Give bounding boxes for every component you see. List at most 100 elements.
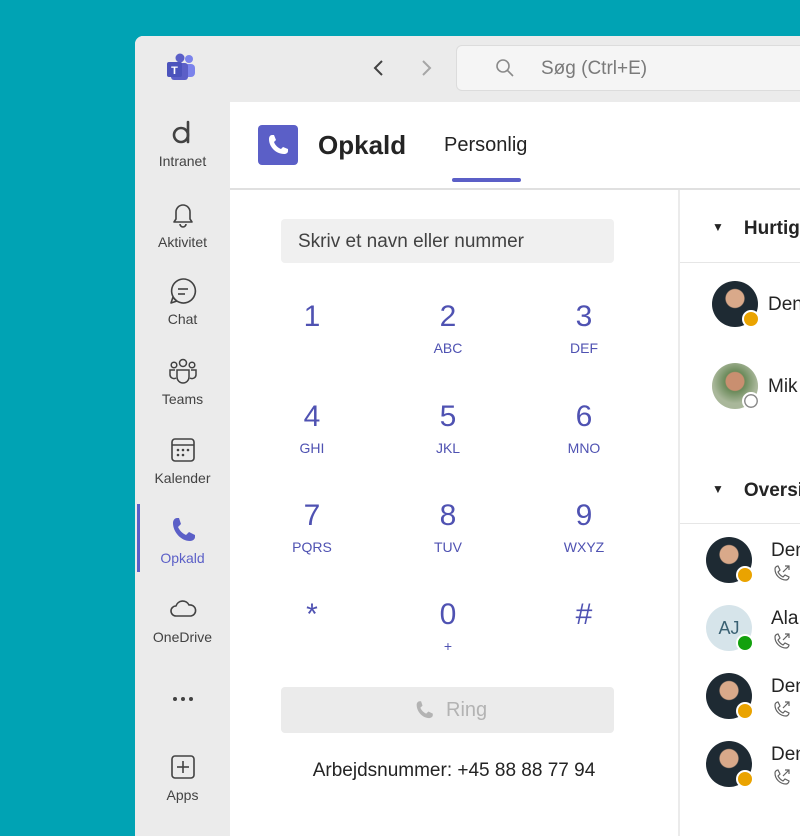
key-digit: 0 bbox=[439, 598, 457, 631]
ring-button[interactable]: Ring bbox=[281, 687, 614, 733]
dial-key[interactable]: 1 bbox=[252, 300, 372, 380]
rail-label: Apps bbox=[166, 787, 199, 803]
dial-key[interactable]: 7 PQRS bbox=[252, 499, 372, 579]
presence-away-icon bbox=[742, 310, 760, 328]
dial-key[interactable]: * bbox=[252, 598, 372, 678]
key-digit: 8 bbox=[439, 499, 457, 532]
collapse-triangle-icon: ▼ bbox=[712, 482, 724, 496]
dial-key[interactable]: 3 DEF bbox=[524, 300, 644, 380]
call-history-item[interactable]: Den bbox=[680, 740, 800, 800]
collapse-triangle-icon: ▼ bbox=[712, 220, 724, 234]
speed-dial-contact[interactable]: Den bbox=[680, 280, 800, 340]
app-rail: Intranet Aktivitet Chat Teams Kalender O… bbox=[135, 102, 230, 836]
phone-icon bbox=[173, 518, 195, 541]
chat-icon bbox=[170, 278, 197, 304]
tab-underline bbox=[452, 178, 521, 182]
intranet-d-icon bbox=[172, 120, 190, 144]
calls-app-icon bbox=[258, 125, 298, 165]
contacts-panel: ▼ Hurtig Den Mik ▼ Oversi Den bbox=[680, 190, 800, 836]
tab-personal[interactable]: Personlig bbox=[444, 134, 527, 157]
key-digit: 6 bbox=[575, 400, 593, 433]
rail-item-more[interactable] bbox=[135, 684, 230, 756]
dial-key[interactable]: 9 WXYZ bbox=[524, 499, 644, 579]
divider bbox=[680, 262, 800, 263]
call-history-item[interactable]: Den bbox=[680, 672, 800, 732]
rail-item-calendar[interactable]: Kalender bbox=[135, 435, 230, 507]
back-arrow-icon[interactable] bbox=[365, 54, 393, 82]
dial-key[interactable]: 8 TUV bbox=[388, 499, 508, 579]
dial-key[interactable]: 4 GHI bbox=[252, 400, 372, 480]
phone-icon bbox=[269, 135, 288, 154]
speed-dial-header[interactable]: ▼ Hurtig bbox=[712, 218, 800, 240]
svg-text:T: T bbox=[171, 65, 178, 77]
key-digit: 1 bbox=[303, 300, 321, 333]
key-letters: PQRS bbox=[292, 539, 332, 555]
add-apps-icon bbox=[171, 755, 195, 779]
rail-item-apps[interactable]: Apps bbox=[135, 752, 230, 824]
forward-arrow-icon[interactable] bbox=[412, 54, 440, 82]
key-letters: MNO bbox=[567, 440, 601, 456]
rail-label: Aktivitet bbox=[157, 234, 207, 250]
contact-name: Den bbox=[771, 676, 800, 697]
rail-item-intranet[interactable]: Intranet bbox=[135, 118, 230, 190]
outgoing-call-icon bbox=[774, 565, 790, 581]
dial-input-placeholder: Skriv et navn eller nummer bbox=[298, 231, 524, 252]
dial-key[interactable]: 0 + bbox=[388, 598, 508, 678]
more-icon bbox=[173, 697, 193, 701]
outgoing-call-icon bbox=[774, 769, 790, 785]
key-letters: ABC bbox=[433, 340, 463, 356]
rail-item-chat[interactable]: Chat bbox=[135, 276, 230, 348]
divider bbox=[680, 523, 800, 524]
outgoing-call-icon bbox=[774, 701, 790, 717]
key-digit: 9 bbox=[575, 499, 593, 532]
dial-key[interactable]: 6 MNO bbox=[524, 400, 644, 480]
teams-logo-icon: T bbox=[167, 53, 195, 80]
key-letters: DEF bbox=[570, 340, 598, 356]
dial-key[interactable]: 5 JKL bbox=[388, 400, 508, 480]
teams-icon bbox=[169, 358, 197, 384]
bell-icon bbox=[173, 204, 193, 228]
key-letters: + bbox=[443, 638, 453, 654]
search-input[interactable]: Søg (Ctrl+E) bbox=[456, 45, 800, 91]
main-content: Opkald Personlig Skriv et navn eller num… bbox=[230, 102, 800, 836]
key-digit: # bbox=[575, 598, 593, 631]
rail-item-calls[interactable]: Opkald bbox=[135, 515, 230, 587]
presence-away-icon bbox=[736, 770, 754, 788]
page-header: Opkald Personlig bbox=[230, 102, 800, 190]
key-digit: 2 bbox=[439, 300, 457, 333]
section-title: Oversi bbox=[743, 480, 800, 501]
teams-window: T Søg (Ctrl+E) Intranet Aktivitet Chat T… bbox=[135, 36, 800, 836]
contact-name: Den bbox=[768, 294, 800, 315]
title-bar: T Søg (Ctrl+E) bbox=[135, 36, 800, 102]
page-title: Opkald bbox=[318, 130, 407, 160]
calendar-icon bbox=[171, 438, 195, 462]
section-title: Hurtig bbox=[743, 218, 800, 239]
dial-key[interactable]: # bbox=[524, 598, 644, 678]
key-digit: 5 bbox=[439, 400, 457, 433]
rail-item-teams[interactable]: Teams bbox=[135, 356, 230, 428]
dial-number-input[interactable]: Skriv et navn eller nummer bbox=[281, 219, 614, 263]
contact-name: Ala bbox=[771, 608, 799, 629]
call-history-item[interactable]: Den bbox=[680, 536, 800, 596]
speed-dial-contact[interactable]: Mik bbox=[680, 362, 800, 422]
search-placeholder: Søg (Ctrl+E) bbox=[541, 58, 648, 79]
rail-label: OneDrive bbox=[152, 629, 213, 645]
rail-label: Chat bbox=[167, 311, 198, 327]
contact-name: Den bbox=[771, 744, 800, 765]
dial-key[interactable]: 2 ABC bbox=[388, 300, 508, 380]
overview-header[interactable]: ▼ Oversi bbox=[712, 480, 800, 502]
presence-offline-icon bbox=[742, 392, 760, 410]
phone-icon bbox=[416, 701, 433, 719]
rail-item-activity[interactable]: Aktivitet bbox=[135, 199, 230, 271]
call-history-item[interactable]: AJ Ala bbox=[680, 604, 800, 664]
key-letters: WXYZ bbox=[563, 539, 605, 555]
presence-away-icon bbox=[736, 566, 754, 584]
contact-name: Mik bbox=[768, 376, 798, 397]
key-digit: * bbox=[306, 598, 318, 631]
key-letters: TUV bbox=[434, 539, 462, 555]
rail-item-onedrive[interactable]: OneDrive bbox=[135, 594, 230, 666]
key-digit: 4 bbox=[303, 400, 321, 433]
rail-label: Kalender bbox=[154, 470, 211, 486]
ring-label: Ring bbox=[446, 699, 488, 721]
presence-available-icon bbox=[736, 634, 754, 652]
